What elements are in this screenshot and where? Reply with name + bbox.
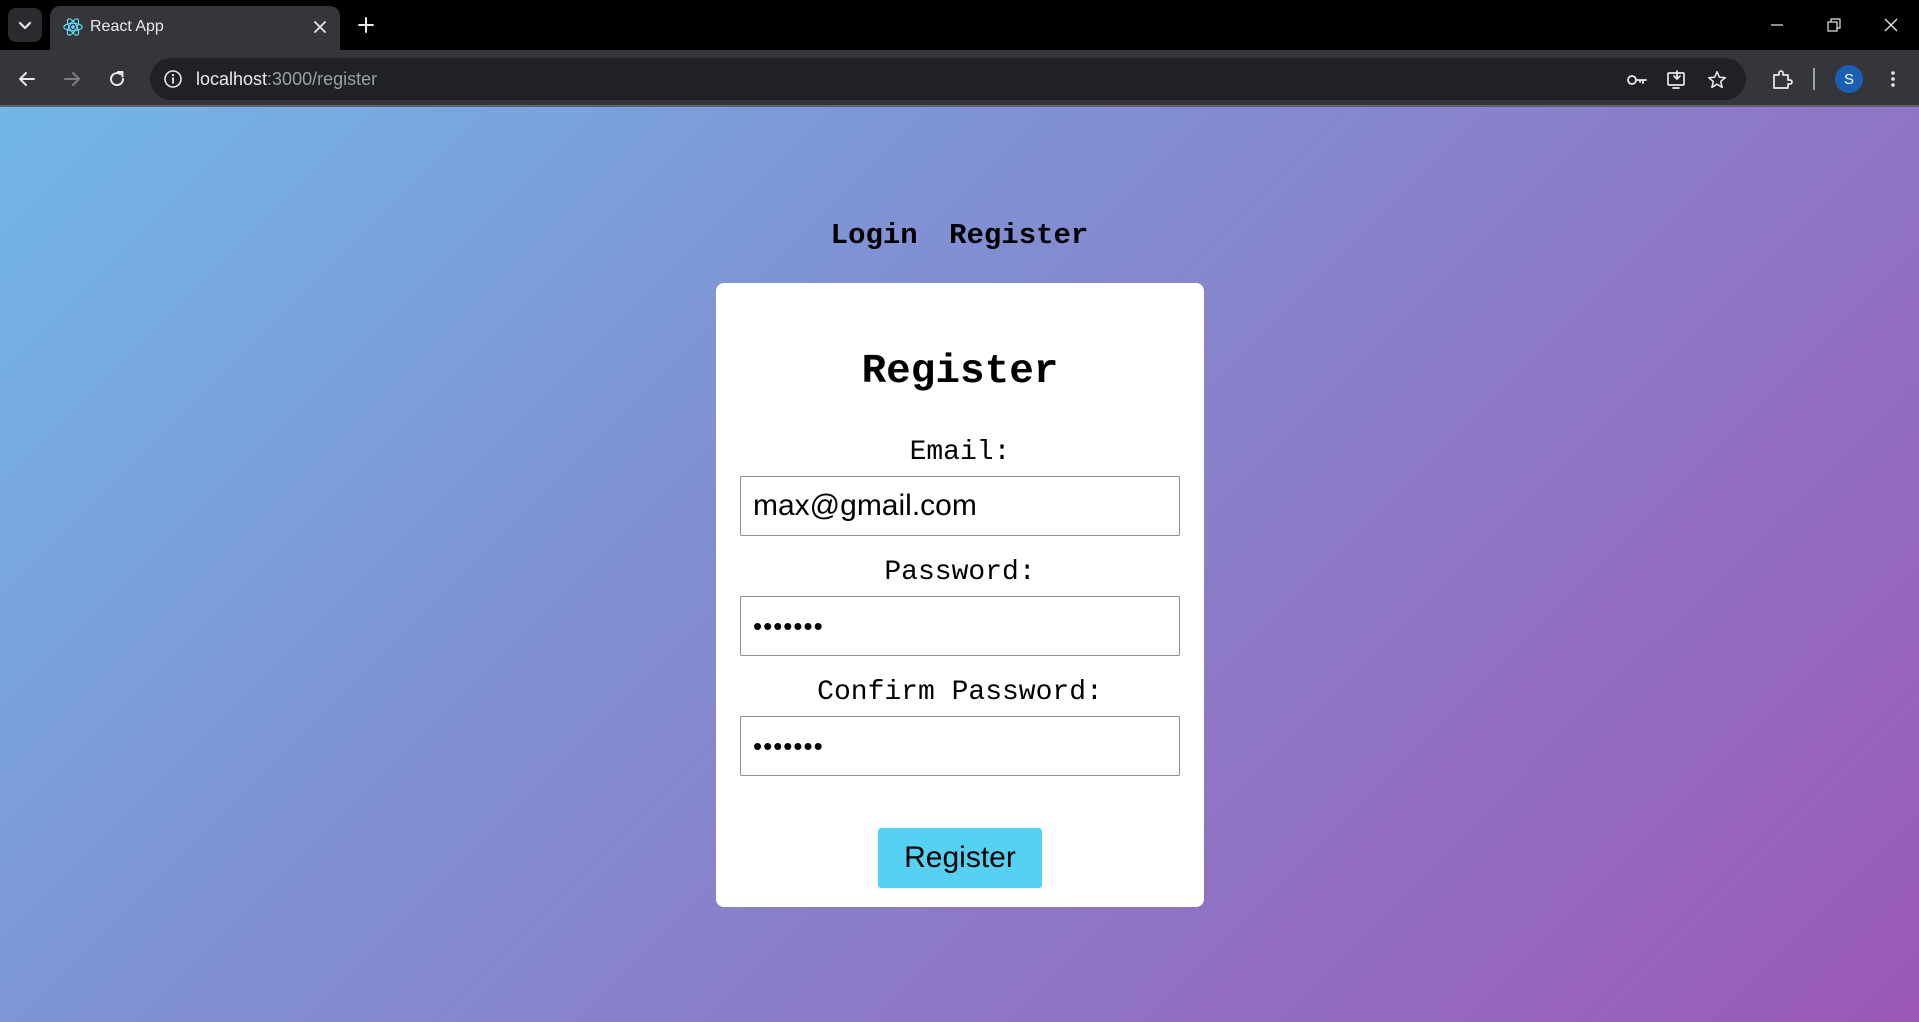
- plus-icon: [358, 17, 374, 33]
- minimize-icon: [1771, 24, 1783, 26]
- close-icon: [1884, 18, 1898, 32]
- key-icon: [1627, 75, 1647, 85]
- login-link[interactable]: Login: [831, 219, 918, 252]
- password-field[interactable]: [740, 596, 1180, 656]
- forward-button[interactable]: [56, 63, 88, 95]
- window-close-button[interactable]: [1876, 10, 1906, 40]
- register-link[interactable]: Register: [949, 219, 1088, 252]
- extensions-button[interactable]: [1766, 63, 1798, 95]
- browser-menu-button[interactable]: [1877, 63, 1909, 95]
- confirm-password-label: Confirm Password:: [817, 677, 1103, 708]
- puzzle-icon: [1773, 70, 1793, 89]
- password-label: Password:: [884, 557, 1036, 588]
- url-path: :3000/register: [267, 69, 378, 89]
- register-card: Register Email: Password: Confirm Passwo…: [716, 283, 1204, 907]
- arrow-right-icon: [64, 72, 80, 86]
- page-background: Login Register Register Email: Password:…: [0, 107, 1919, 1022]
- tab-strip: React App: [0, 0, 1919, 50]
- page-title: Register: [861, 349, 1059, 395]
- address-bar[interactable]: localhost:3000/register: [150, 58, 1746, 100]
- email-field[interactable]: [740, 476, 1180, 536]
- register-button[interactable]: Register: [878, 828, 1042, 888]
- url-host: localhost: [196, 69, 268, 89]
- new-tab-button[interactable]: [353, 12, 379, 38]
- auth-nav: Login Register: [0, 219, 1919, 252]
- toolbar-divider: [1813, 68, 1815, 90]
- reload-button[interactable]: [101, 63, 133, 95]
- react-icon: [63, 18, 83, 36]
- reload-icon: [110, 71, 125, 87]
- close-icon: [314, 21, 326, 33]
- password-key-button[interactable]: [1624, 67, 1650, 93]
- url-text[interactable]: localhost:3000/register: [196, 69, 377, 90]
- confirm-password-field[interactable]: [740, 716, 1180, 776]
- minimize-button[interactable]: [1762, 10, 1792, 40]
- install-app-button[interactable]: [1664, 67, 1690, 93]
- chevron-down-icon: [18, 21, 32, 30]
- tab-title: React App: [90, 18, 164, 35]
- back-button[interactable]: [11, 63, 43, 95]
- restore-icon: [1827, 18, 1841, 32]
- browser-tab[interactable]: React App: [50, 6, 340, 50]
- email-label: Email:: [909, 437, 1011, 468]
- tab-close-button[interactable]: [310, 17, 330, 37]
- restore-button[interactable]: [1819, 10, 1849, 40]
- bookmark-button[interactable]: [1704, 67, 1730, 93]
- browser-toolbar: localhost:3000/register: [0, 50, 1919, 107]
- avatar[interactable]: S: [1835, 65, 1863, 93]
- star-icon: [1707, 70, 1727, 89]
- install-icon: [1667, 70, 1685, 89]
- tab-search-button[interactable]: [8, 8, 42, 42]
- info-icon[interactable]: [162, 68, 184, 90]
- arrow-left-icon: [19, 72, 35, 86]
- kebab-menu-icon: [1891, 71, 1895, 87]
